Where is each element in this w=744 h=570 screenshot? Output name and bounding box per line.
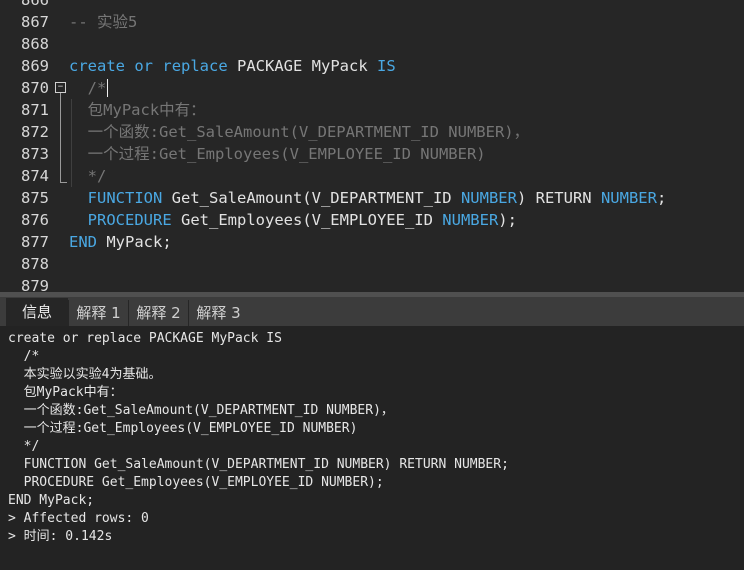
code-line[interactable]: 871 包MyPack中有： [0,99,744,121]
code-text: 包MyPack中有： [69,99,206,121]
line-number: 868 [21,35,49,53]
tab-explain-1[interactable]: 解释 1 [68,300,128,326]
code-line[interactable]: 879 [0,275,744,292]
code-text: 一个函数:Get_SaleAmount(V_DEPARTMENT_ID NUMB… [69,121,529,143]
line-number: 876 [21,211,49,229]
line-number: 878 [21,255,49,273]
tab-info[interactable]: 信息 [6,298,68,326]
code-line[interactable]: 868 [0,33,744,55]
code-line[interactable]: 869 create or replace PACKAGE MyPack IS [0,55,744,77]
line-number: 867 [21,13,49,31]
sql-editor[interactable]: 866 867 -- 实验5 868 869 create or replace PACK… [0,0,744,292]
code-line[interactable]: 873 一个过程:Get_Employees(V_EMPLOYEE_ID NUM… [0,143,744,165]
code-token: IS [377,57,396,75]
code-token: /* [69,79,107,97]
code-token: ) RETURN [516,189,601,207]
line-number: 879 [21,277,49,292]
output-line: 一个过程:Get_Employees(V_EMPLOYEE_ID NUMBER) [8,421,358,436]
output-line: 一个函数:Get_SaleAmount(V_DEPARTMENT_ID NUMB… [8,403,394,418]
fold-collapse-icon[interactable]: − [55,82,66,93]
code-text: FUNCTION Get_SaleAmount(V_DEPARTMENT_ID … [69,187,667,209]
output-line: */ [8,439,40,454]
code-token: 一个函数:Get_SaleAmount(V_DEPARTMENT_ID NUMB… [69,123,530,141]
message-output: create or replace PACKAGE MyPack IS /* 本… [0,326,744,570]
tab-explain-2[interactable]: 解释 2 [128,300,188,326]
code-text: -- 实验5 [69,11,137,33]
line-number: 874 [21,167,49,185]
code-token: Get_Employees(V_EMPLOYEE_ID [171,211,443,229]
fold-guide-line [60,93,61,182]
code-token: NUMBER [460,189,517,207]
code-token: 一个过程:Get_Employees(V_EMPLOYEE_ID NUMBER) [69,145,486,163]
code-text: */ [69,165,107,187]
line-number: 866 [21,0,49,9]
code-token: PACKAGE MyPack [227,57,377,75]
code-token: 包MyPack中有： [69,101,206,119]
output-line: END MyPack; [8,493,95,508]
fold-guide-end [60,182,67,183]
code-token: END [69,233,97,251]
code-token: create [69,57,125,75]
code-line[interactable]: 866 [0,0,744,11]
code-line[interactable]: 875 FUNCTION Get_SaleAmount(V_DEPARTMENT… [0,187,744,209]
code-token: replace [162,57,228,75]
code-token: or [134,57,154,75]
output-line: FUNCTION Get_SaleAmount(V_DEPARTMENT_ID … [8,457,509,472]
code-line[interactable]: 878 [0,253,744,275]
code-token: ); [498,211,517,229]
output-line: 包MyPack中有： [8,385,123,400]
code-text: END MyPack; [69,231,172,253]
code-token: MyPack; [97,233,172,251]
output-line: > 时间: 0.142s [8,529,113,544]
code-text: 一个过程:Get_Employees(V_EMPLOYEE_ID NUMBER) [69,143,486,165]
tab-explain-3[interactable]: 解释 3 [188,300,248,326]
line-number: 870 [21,79,49,97]
code-line[interactable]: 867 -- 实验5 [0,11,744,33]
code-token: -- 实验5 [69,13,138,31]
code-line[interactable]: 874 */ [0,165,744,187]
code-token: Get_SaleAmount(V_DEPARTMENT_ID [162,189,461,207]
line-number: 872 [21,123,49,141]
code-token: FUNCTION [87,189,163,207]
output-line: > Affected rows: 0 [8,511,149,526]
text-caret [107,79,108,97]
line-number: 869 [21,57,49,75]
code-token: ; [656,189,667,207]
code-token: PROCEDURE [87,211,172,229]
line-number: 877 [21,233,49,251]
output-line: create or replace PACKAGE MyPack IS [8,331,282,346]
code-token: NUMBER [442,211,499,229]
code-token: */ [69,167,107,185]
code-text: create or replace PACKAGE MyPack IS [69,55,396,77]
indent-guide [71,99,72,187]
output-line: /* [8,349,40,364]
code-line[interactable]: 877 END MyPack; [0,231,744,253]
result-tabs: 信息 解释 1 解释 2 解释 3 [0,297,744,326]
code-line[interactable]: 872 一个函数:Get_SaleAmount(V_DEPARTMENT_ID … [0,121,744,143]
output-line: 本实验以实验4为基础。 [8,367,162,382]
code-token: NUMBER [600,189,657,207]
line-number: 871 [21,101,49,119]
code-line[interactable]: 876 PROCEDURE Get_Employees(V_EMPLOYEE_I… [0,209,744,231]
code-text: /* [69,77,107,99]
line-number: 873 [21,145,49,163]
output-line: PROCEDURE Get_Employees(V_EMPLOYEE_ID NU… [8,475,384,490]
line-number: 875 [21,189,49,207]
code-text: PROCEDURE Get_Employees(V_EMPLOYEE_ID NU… [69,209,517,231]
code-line[interactable]: 870 /* [0,77,744,99]
